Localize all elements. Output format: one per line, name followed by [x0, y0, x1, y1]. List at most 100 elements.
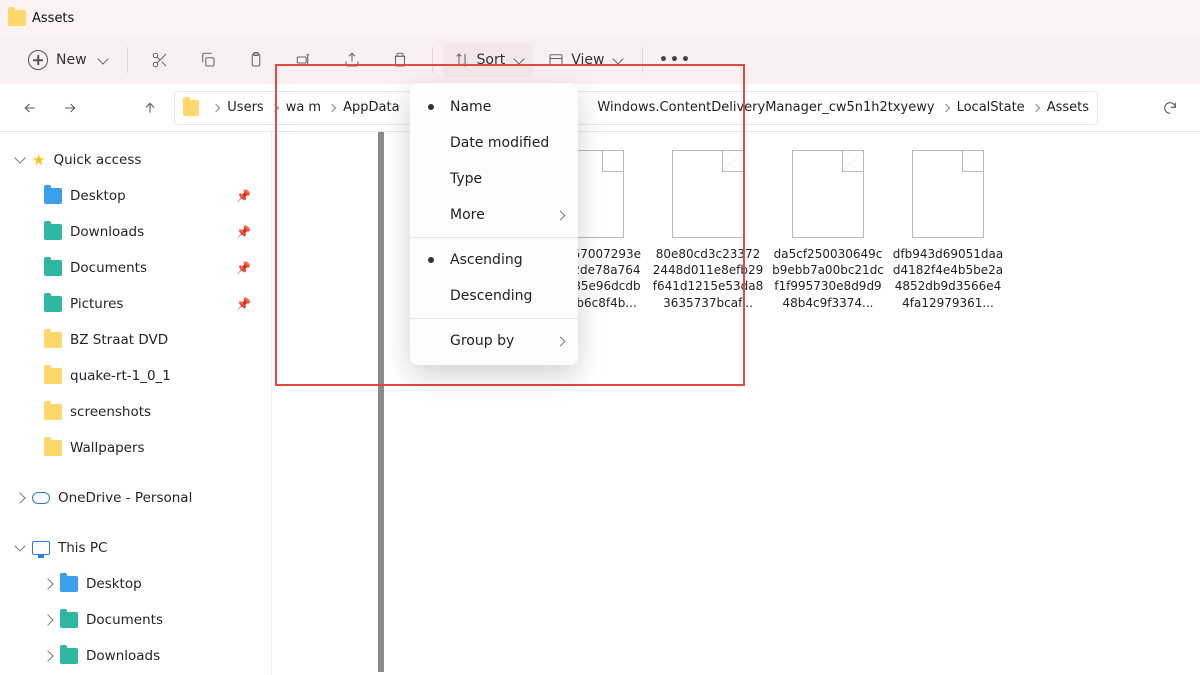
- toolbar-separator: [127, 47, 128, 73]
- sidebar-item-label: quake-rt-1_0_1: [70, 368, 171, 384]
- new-button[interactable]: New: [18, 43, 117, 77]
- file-item[interactable]: 80e80cd3c233722448d011e8efb29f641d1215e5…: [652, 150, 764, 311]
- pictures-icon: [44, 296, 62, 312]
- breadcrumb[interactable]: Users wa m AppData Loc Windows.ContentDe…: [174, 91, 1098, 125]
- sidebar-item-pc-desktop[interactable]: Desktop: [0, 566, 271, 602]
- menu-item-label: Group by: [450, 333, 514, 349]
- sort-arrows-icon: [453, 51, 471, 69]
- sort-button[interactable]: Sort: [443, 43, 534, 77]
- chevron-right-icon: [42, 578, 53, 589]
- bullet-icon: [428, 104, 434, 110]
- sidebar-item-folder[interactable]: quake-rt-1_0_1: [0, 358, 271, 394]
- sort-button-label: Sort: [477, 52, 506, 68]
- chevron-right-icon: [42, 614, 53, 625]
- sidebar-item-label: OneDrive - Personal: [58, 490, 192, 506]
- sidebar-item-pc-downloads[interactable]: Downloads: [0, 638, 271, 674]
- chevron-right-icon: [941, 103, 949, 111]
- sort-menu-item-more[interactable]: More: [410, 197, 578, 233]
- chevron-right-icon: [212, 103, 220, 111]
- ellipsis-icon: •••: [659, 52, 692, 68]
- sidebar-item-downloads[interactable]: Downloads 📌: [0, 214, 271, 250]
- chevron-down-icon: [97, 53, 108, 64]
- forward-button[interactable]: [54, 92, 86, 124]
- chevron-right-icon: [14, 492, 25, 503]
- file-name: dfb943d69051daad4182f4e4b5be2a4852db9d35…: [892, 246, 1004, 311]
- recent-locations-button[interactable]: [94, 92, 126, 124]
- chevron-right-icon: [42, 650, 53, 661]
- file-icon: [912, 150, 984, 238]
- chevron-right-icon: [556, 336, 566, 346]
- sidebar-item-label: Pictures: [70, 296, 123, 312]
- sidebar-item-label: Quick access: [53, 152, 141, 168]
- folder-icon: [183, 100, 199, 116]
- scissors-icon: [151, 51, 169, 69]
- sidebar-item-quick-access[interactable]: ★ Quick access: [0, 142, 271, 178]
- clipboard-icon: [247, 51, 265, 69]
- chevron-right-icon: [1031, 103, 1039, 111]
- sidebar-item-folder[interactable]: BZ Straat DVD: [0, 322, 271, 358]
- plus-circle-icon: [28, 50, 48, 70]
- sort-menu-item-descending[interactable]: Descending: [410, 278, 578, 314]
- toolbar: New Sort View •••: [0, 36, 1200, 84]
- delete-button[interactable]: [378, 43, 422, 77]
- breadcrumb-segment[interactable]: Assets: [1047, 100, 1089, 115]
- sidebar-item-onedrive[interactable]: OneDrive - Personal: [0, 480, 271, 516]
- chevron-down-icon: [14, 152, 25, 163]
- copy-icon: [199, 51, 217, 69]
- sidebar-item-folder[interactable]: Wallpapers: [0, 430, 271, 466]
- sidebar-item-this-pc[interactable]: This PC: [0, 530, 271, 566]
- pin-icon: 📌: [236, 189, 251, 203]
- sidebar-item-label: This PC: [58, 540, 107, 556]
- breadcrumb-segment[interactable]: LocalState: [957, 100, 1025, 115]
- app-body: ★ Quick access Desktop 📌 Downloads 📌 Doc…: [0, 132, 1200, 675]
- sort-menu-item-ascending[interactable]: Ascending: [410, 242, 578, 278]
- monitor-icon: [32, 541, 50, 555]
- sidebar-item-label: screenshots: [70, 404, 151, 420]
- sidebar-item-documents[interactable]: Documents 📌: [0, 250, 271, 286]
- sort-menu-item-group-by[interactable]: Group by: [410, 323, 578, 359]
- more-button[interactable]: •••: [653, 43, 697, 77]
- refresh-button[interactable]: [1154, 92, 1186, 124]
- toolbar-separator: [642, 47, 643, 73]
- copy-button[interactable]: [186, 43, 230, 77]
- arrow-right-icon: [62, 100, 78, 116]
- sort-menu: Name Date modified Type More Ascending D…: [410, 83, 578, 365]
- sidebar-item-folder[interactable]: screenshots: [0, 394, 271, 430]
- sort-menu-item-type[interactable]: Type: [410, 161, 578, 197]
- share-button[interactable]: [330, 43, 374, 77]
- sidebar-item-desktop[interactable]: Desktop 📌: [0, 178, 271, 214]
- cut-button[interactable]: [138, 43, 182, 77]
- view-button[interactable]: View: [537, 43, 632, 77]
- sort-menu-item-date-modified[interactable]: Date modified: [410, 125, 578, 161]
- refresh-icon: [1162, 100, 1178, 116]
- sidebar-item-pc-documents[interactable]: Documents: [0, 602, 271, 638]
- address-history-button[interactable]: [1114, 92, 1146, 124]
- rename-button[interactable]: [282, 43, 326, 77]
- paste-button[interactable]: [234, 43, 278, 77]
- trash-icon: [391, 51, 409, 69]
- documents-icon: [60, 612, 78, 628]
- breadcrumb-segment[interactable]: Windows.ContentDeliveryManager_cw5n1h2tx…: [597, 100, 934, 115]
- file-name: da5cf250030649cb9ebb7a00bc21dcf1f995730e…: [772, 246, 884, 311]
- sort-menu-item-name[interactable]: Name: [410, 89, 578, 125]
- folder-icon: [44, 440, 62, 456]
- desktop-icon: [60, 576, 78, 592]
- sidebar-item-pictures[interactable]: Pictures 📌: [0, 286, 271, 322]
- up-button[interactable]: [134, 92, 166, 124]
- chevron-right-icon: [270, 103, 278, 111]
- file-icon: [792, 150, 864, 238]
- view-button-label: View: [571, 52, 604, 68]
- folder-icon: [44, 332, 62, 348]
- breadcrumb-segment[interactable]: wa m: [286, 100, 321, 115]
- back-button[interactable]: [14, 92, 46, 124]
- breadcrumb-segment[interactable]: Users: [227, 100, 263, 115]
- file-item[interactable]: da5cf250030649cb9ebb7a00bc21dcf1f995730e…: [772, 150, 884, 311]
- scrollbar[interactable]: [378, 132, 384, 672]
- window-title: Assets: [32, 11, 74, 26]
- breadcrumb-segment[interactable]: AppData: [343, 100, 399, 115]
- sidebar-item-label: Documents: [70, 260, 147, 276]
- chevron-down-icon: [514, 53, 525, 64]
- share-icon: [343, 51, 361, 69]
- desktop-icon: [44, 188, 62, 204]
- file-item[interactable]: dfb943d69051daad4182f4e4b5be2a4852db9d35…: [892, 150, 1004, 311]
